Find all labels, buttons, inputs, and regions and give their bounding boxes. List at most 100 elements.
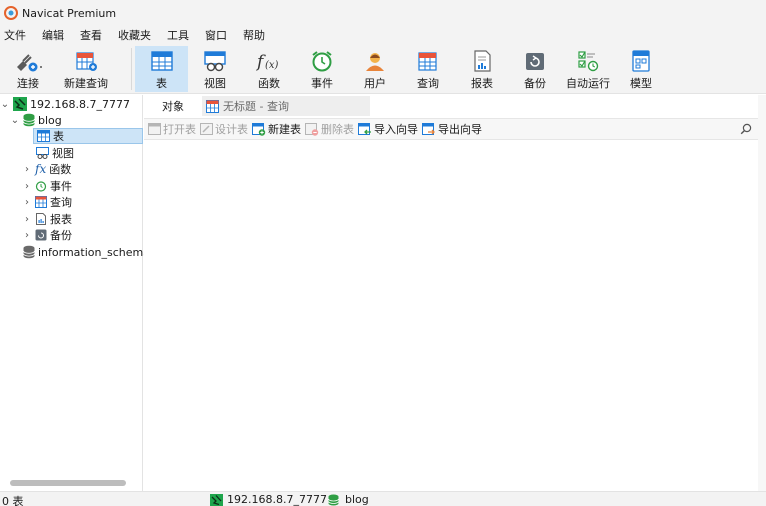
tab-objects-label: 对象 bbox=[162, 100, 184, 113]
horizontal-scrollbar[interactable] bbox=[10, 480, 126, 486]
tree-database-information-schema[interactable]: information_schema bbox=[20, 244, 150, 260]
object-list-area[interactable] bbox=[144, 141, 758, 491]
design-table-button[interactable]: 设计表 bbox=[200, 121, 248, 137]
search-icon bbox=[740, 123, 752, 135]
chevron-down-icon[interactable]: ⌄ bbox=[10, 115, 20, 126]
automation-label: 自动运行 bbox=[566, 77, 610, 90]
tree-item-reports[interactable]: › 报表 bbox=[22, 211, 72, 227]
tree-item-label: 报表 bbox=[50, 213, 72, 226]
database-icon bbox=[23, 245, 35, 259]
tree-connection[interactable]: ⌄ 192.168.8.7_7777 bbox=[0, 96, 130, 112]
tree-item-views[interactable]: 视图 bbox=[33, 145, 74, 161]
design-table-label: 设计表 bbox=[215, 123, 248, 136]
toolbar-separator bbox=[131, 48, 132, 90]
query-icon bbox=[35, 196, 47, 208]
status-connection-label: 192.168.8.7_7777 bbox=[227, 493, 327, 506]
tree-item-tables[interactable]: 表 bbox=[33, 128, 143, 144]
query-icon bbox=[418, 52, 437, 71]
menu-view[interactable]: 查看 bbox=[76, 27, 108, 43]
menu-file[interactable]: 文件 bbox=[0, 27, 32, 43]
query-button[interactable]: 查询 bbox=[405, 46, 451, 92]
chevron-right-icon[interactable]: › bbox=[22, 214, 32, 225]
tree-database-blog[interactable]: ⌄ blog bbox=[10, 112, 62, 128]
chevron-down-icon[interactable]: ⌄ bbox=[0, 99, 10, 110]
new-table-label: 新建表 bbox=[268, 123, 301, 136]
backup-button[interactable]: 备份 bbox=[512, 46, 558, 92]
delete-table-button[interactable]: 删除表 bbox=[305, 121, 354, 137]
new-query-icon bbox=[76, 52, 97, 71]
event-label: 事件 bbox=[311, 77, 333, 90]
table-button[interactable]: 表 bbox=[135, 46, 188, 92]
tree-item-label: 函数 bbox=[49, 163, 72, 176]
status-object-count: 0 表 bbox=[2, 495, 24, 506]
report-label: 报表 bbox=[471, 77, 493, 90]
automation-icon bbox=[578, 51, 599, 72]
connect-label: 连接 bbox=[17, 77, 39, 90]
function-label: 函数 bbox=[258, 77, 280, 90]
chevron-right-icon[interactable]: › bbox=[22, 181, 32, 192]
menu-help[interactable]: 帮助 bbox=[239, 27, 271, 43]
model-icon bbox=[632, 50, 650, 72]
new-query-label: 新建查询 bbox=[64, 77, 108, 90]
status-bar: 0 表 192.168.8.7_7777 blog bbox=[0, 491, 766, 506]
query-label: 查询 bbox=[417, 77, 439, 90]
delete-table-label: 删除表 bbox=[321, 123, 354, 136]
connection-icon bbox=[210, 493, 223, 506]
window-title: Navicat Premium bbox=[22, 6, 117, 20]
tree-item-label: 备份 bbox=[50, 229, 72, 242]
connection-icon bbox=[13, 97, 27, 111]
tree-item-label: 视图 bbox=[52, 147, 74, 160]
tab-query-label: 无标题 - 查询 bbox=[223, 100, 289, 113]
connect-button[interactable]: 连接 bbox=[6, 46, 50, 92]
tree-item-events[interactable]: › 事件 bbox=[22, 178, 72, 194]
user-button[interactable]: 用户 bbox=[352, 46, 398, 92]
export-wizard-label: 导出向导 bbox=[438, 123, 482, 136]
tree-item-functions[interactable]: › fx 函数 bbox=[22, 161, 71, 177]
event-button[interactable]: 事件 bbox=[299, 46, 345, 92]
import-wizard-button[interactable]: 导入向导 bbox=[358, 121, 418, 137]
menu-tools[interactable]: 工具 bbox=[163, 27, 195, 43]
chevron-right-icon[interactable]: › bbox=[22, 230, 32, 241]
chevron-right-icon[interactable]: › bbox=[22, 197, 32, 208]
menu-edit[interactable]: 编辑 bbox=[38, 27, 70, 43]
open-table-icon bbox=[148, 123, 161, 135]
function-icon: f (x) bbox=[255, 52, 279, 72]
tree-item-queries[interactable]: › 查询 bbox=[22, 194, 72, 210]
view-button[interactable]: 视图 bbox=[192, 46, 238, 92]
open-table-button[interactable]: 打开表 bbox=[148, 121, 196, 137]
vertical-scrollbar[interactable] bbox=[758, 95, 766, 491]
navicat-logo-icon bbox=[4, 6, 18, 20]
report-icon bbox=[474, 50, 491, 72]
view-icon bbox=[36, 147, 49, 159]
tab-objects[interactable]: 对象 bbox=[144, 96, 202, 116]
database-icon bbox=[23, 113, 35, 127]
menu-window[interactable]: 窗口 bbox=[201, 27, 233, 43]
menu-favorites[interactable]: 收藏夹 bbox=[114, 27, 157, 43]
tree-item-backups[interactable]: › 备份 bbox=[22, 227, 72, 243]
table-label: 表 bbox=[156, 77, 167, 90]
svg-text:(x): (x) bbox=[265, 60, 279, 71]
chevron-right-icon[interactable]: › bbox=[22, 164, 32, 175]
export-icon bbox=[422, 122, 435, 135]
automation-button[interactable]: 自动运行 bbox=[565, 46, 611, 92]
tab-untitled-query[interactable]: 无标题 - 查询 bbox=[202, 96, 370, 116]
new-query-button[interactable]: 新建查询 bbox=[58, 46, 114, 92]
view-label: 视图 bbox=[204, 77, 226, 90]
report-icon bbox=[36, 213, 46, 225]
menu-bar: 文件 编辑 查看 收藏夹 工具 窗口 帮助 bbox=[0, 26, 766, 44]
search-button[interactable] bbox=[740, 123, 752, 138]
tree-item-label: 查询 bbox=[50, 196, 72, 209]
export-wizard-button[interactable]: 导出向导 bbox=[422, 121, 482, 137]
function-button[interactable]: f (x) 函数 bbox=[246, 46, 292, 92]
database-icon bbox=[328, 494, 339, 505]
user-label: 用户 bbox=[364, 77, 386, 90]
tree-item-label: 表 bbox=[53, 130, 64, 143]
object-toolbar: 打开表 设计表 新建表 删除表 导入向导 导出向导 bbox=[144, 118, 758, 140]
report-button[interactable]: 报表 bbox=[459, 46, 505, 92]
model-button[interactable]: 模型 bbox=[618, 46, 664, 92]
tree-database-label: blog bbox=[38, 113, 62, 127]
new-table-button[interactable]: 新建表 bbox=[252, 121, 301, 137]
backup-icon bbox=[35, 229, 47, 241]
table-icon bbox=[37, 130, 50, 142]
plug-icon bbox=[17, 54, 42, 72]
